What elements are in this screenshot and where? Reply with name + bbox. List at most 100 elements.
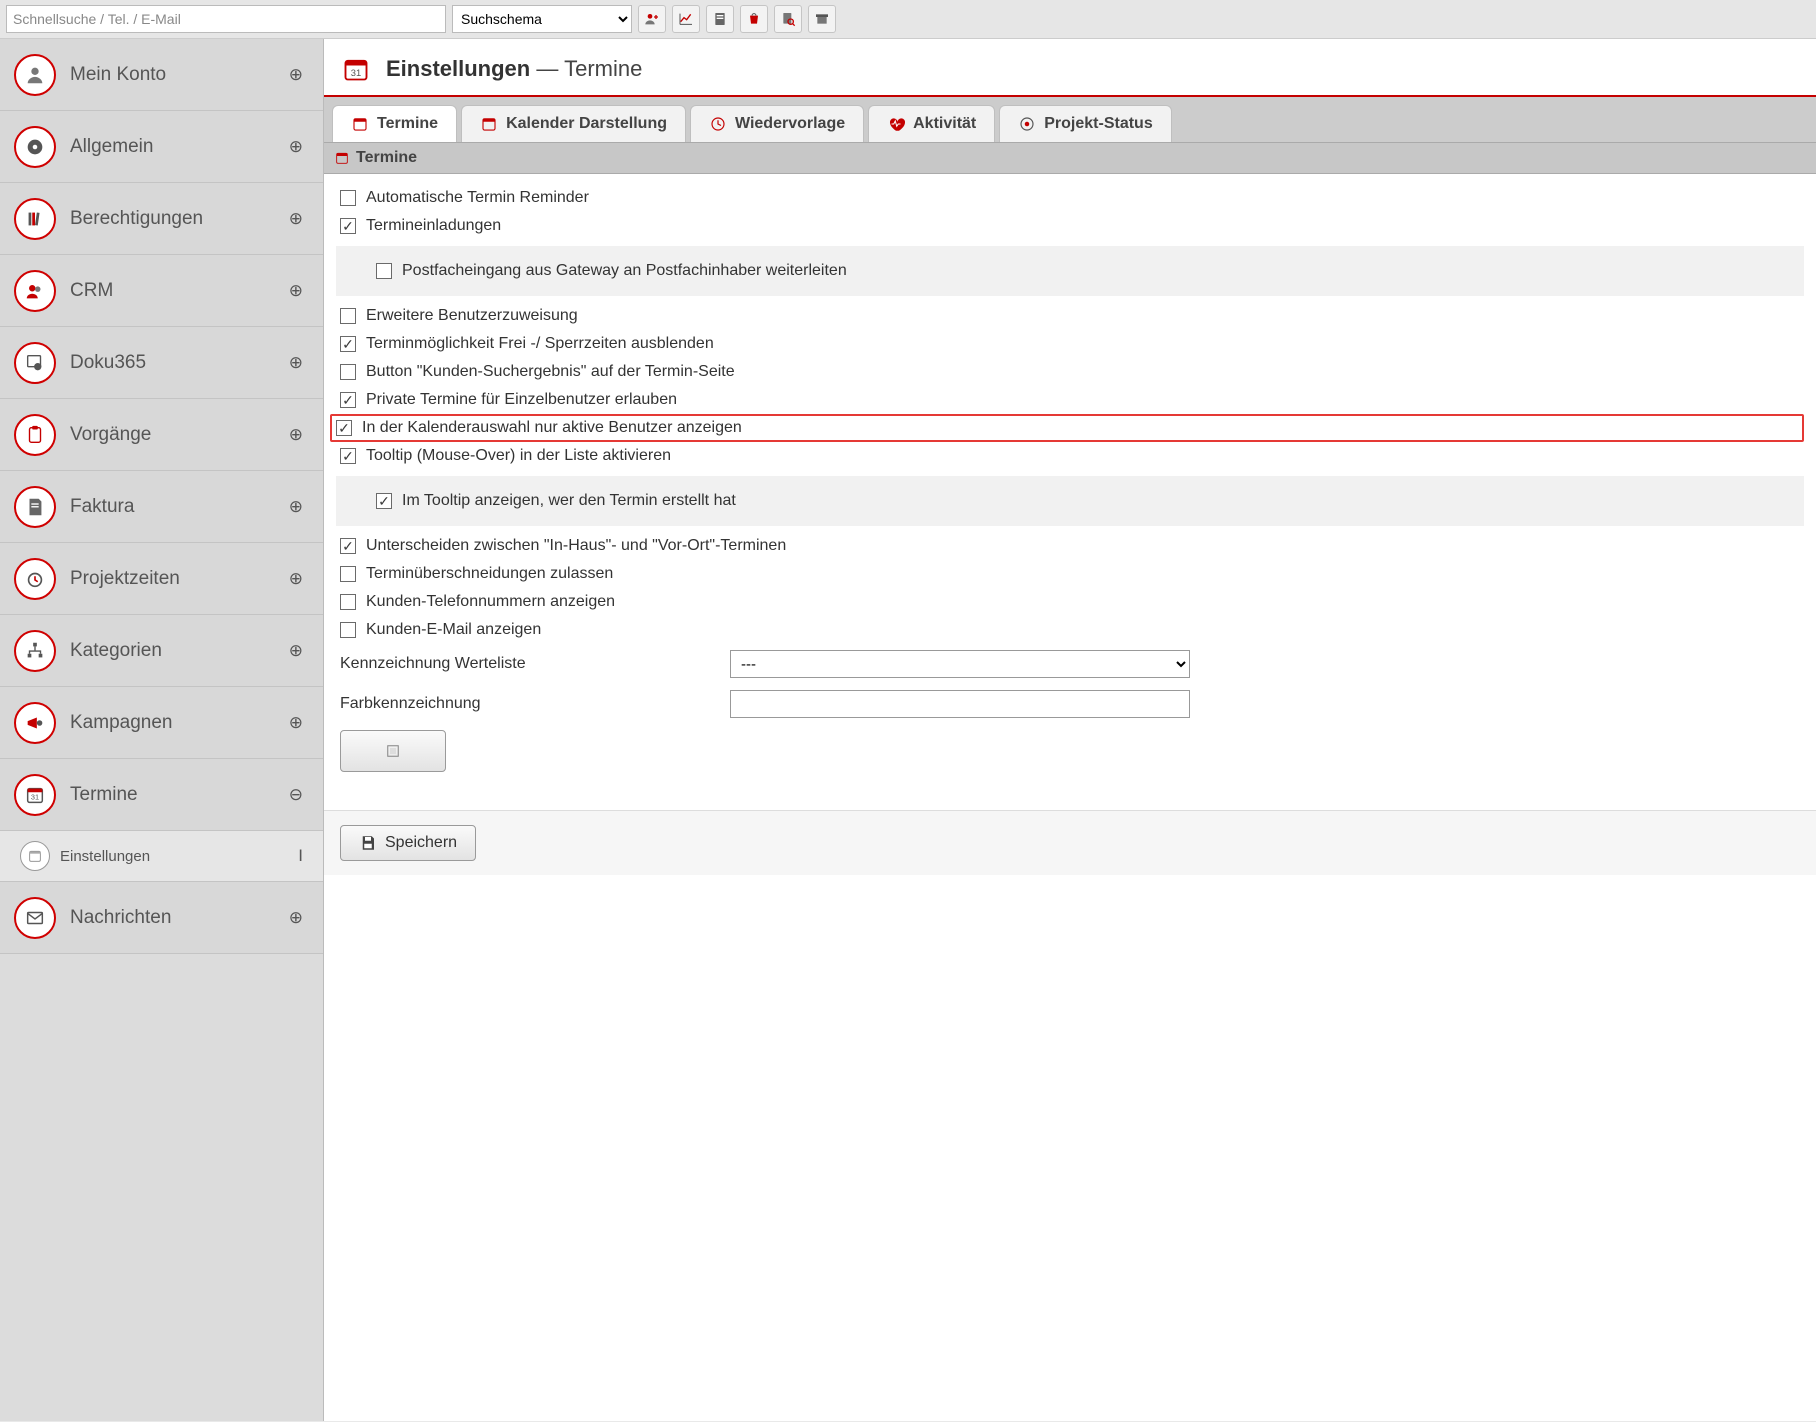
- tab-aktivitaet[interactable]: Aktivität: [868, 105, 995, 142]
- expand-icon: ⊕: [289, 209, 303, 229]
- timer-icon: [14, 558, 56, 600]
- value-list-select[interactable]: ---: [730, 650, 1190, 678]
- document-icon[interactable]: [706, 5, 734, 33]
- checkbox[interactable]: [340, 218, 356, 234]
- opt-only-active-users: In der Kalenderauswahl nur aktive Benutz…: [330, 414, 1804, 442]
- expand-icon: ⊕: [289, 281, 303, 301]
- option-label: Unterscheiden zwischen "In-Haus"- und "V…: [366, 537, 786, 555]
- kv-kennzeichnung-werteliste: Kennzeichnung Werteliste ---: [336, 644, 1804, 684]
- sidebar-item-nachrichten[interactable]: Nachrichten ⊕: [0, 882, 323, 954]
- option-label: Im Tooltip anzeigen, wer den Termin erst…: [402, 492, 736, 510]
- checkbox[interactable]: [340, 392, 356, 408]
- sidebar-item-doku365[interactable]: Doku365 ⊕: [0, 327, 323, 399]
- save-button[interactable]: Speichern: [340, 825, 476, 861]
- sidebar-item-faktura[interactable]: Faktura ⊕: [0, 471, 323, 543]
- sidebar-item-kategorien[interactable]: Kategorien ⊕: [0, 615, 323, 687]
- checkbox[interactable]: [376, 263, 392, 279]
- color-picker-button[interactable]: [340, 730, 446, 772]
- tab-termine[interactable]: Termine: [332, 105, 457, 142]
- page-title: Einstellungen — Termine: [386, 56, 642, 82]
- sidebar-item-crm[interactable]: CRM ⊕: [0, 255, 323, 327]
- tab-label: Kalender Darstellung: [506, 115, 667, 133]
- checkbox[interactable]: [340, 308, 356, 324]
- sidebar-item-label: Vorgänge: [70, 424, 151, 446]
- sidebar-item-label: Mein Konto: [70, 64, 166, 86]
- opt-cust-phone: Kunden-Telefonnummern anzeigen: [336, 588, 1804, 616]
- tab-label: Aktivität: [913, 115, 976, 133]
- checkbox[interactable]: [336, 420, 352, 436]
- checkbox[interactable]: [340, 622, 356, 638]
- sidebar-item-label: Kampagnen: [70, 712, 172, 734]
- sidebar-item-label: Doku365: [70, 352, 146, 374]
- opt-allow-overlap: Terminüberschneidungen zulassen: [336, 560, 1804, 588]
- option-label: Postfacheingang aus Gateway an Postfachi…: [402, 262, 847, 280]
- sidebar-item-permissions[interactable]: Berechtigungen ⊕: [0, 183, 323, 255]
- tree-icon: [14, 630, 56, 672]
- expand-icon: ⊕: [289, 569, 303, 589]
- active-indicator: I: [298, 846, 303, 866]
- sidebar-item-kampagnen[interactable]: Kampagnen ⊕: [0, 687, 323, 759]
- option-label: Terminüberschneidungen zulassen: [366, 565, 613, 583]
- opt-private-single: Private Termine für Einzelbenutzer erlau…: [336, 386, 1804, 414]
- sidebar-item-projektzeiten[interactable]: Projektzeiten ⊕: [0, 543, 323, 615]
- sidebar-item-label: Berechtigungen: [70, 208, 203, 230]
- sidebar-item-termine[interactable]: 31 Termine ⊖: [0, 759, 323, 831]
- button-label: Speichern: [385, 834, 457, 852]
- checkbox[interactable]: [340, 538, 356, 554]
- archive-icon[interactable]: [808, 5, 836, 33]
- chart-line-icon[interactable]: [672, 5, 700, 33]
- tab-wiedervorlage[interactable]: Wiedervorlage: [690, 105, 864, 142]
- tab-label: Projekt-Status: [1044, 115, 1152, 133]
- checkbox[interactable]: [340, 336, 356, 352]
- topbar: Suchschema: [0, 0, 1816, 39]
- color-input[interactable]: [730, 690, 1190, 718]
- sidebar-item-label: Kategorien: [70, 640, 162, 662]
- opt-gateway-forward: Postfacheingang aus Gateway an Postfachi…: [336, 246, 1804, 296]
- checkbox[interactable]: [340, 190, 356, 206]
- option-label: Button "Kunden-Suchergebnis" auf der Ter…: [366, 363, 735, 381]
- opt-cust-email: Kunden-E-Mail anzeigen: [336, 616, 1804, 644]
- doc-zoom-icon[interactable]: [774, 5, 802, 33]
- expand-icon: ⊕: [289, 65, 303, 85]
- tab-label: Wiedervorlage: [735, 115, 845, 133]
- quicksearch-input[interactable]: [6, 5, 446, 33]
- sidebar-item-vorgaenge[interactable]: Vorgänge ⊕: [0, 399, 323, 471]
- option-label: Termineinladungen: [366, 217, 501, 235]
- tab-kalender-darstellung[interactable]: Kalender Darstellung: [461, 105, 686, 142]
- invoice-icon: [14, 486, 56, 528]
- checkbox[interactable]: [340, 448, 356, 464]
- expand-icon: ⊕: [289, 137, 303, 157]
- main-content: 31 Einstellungen — Termine Termine Kalen…: [324, 39, 1816, 1421]
- expand-icon: ⊕: [289, 353, 303, 373]
- megaphone-icon: [14, 702, 56, 744]
- checkbox[interactable]: [376, 493, 392, 509]
- opt-tooltip-list: Tooltip (Mouse-Over) in der Liste aktivi…: [336, 442, 1804, 470]
- svg-text:31: 31: [31, 792, 39, 801]
- sidebar-item-account[interactable]: Mein Konto ⊕: [0, 39, 323, 111]
- opt-auto-reminder: Automatische Termin Reminder: [336, 184, 1804, 212]
- tabs: Termine Kalender Darstellung Wiedervorla…: [324, 97, 1816, 142]
- opt-distinguish-inhouse: Unterscheiden zwischen "In-Haus"- und "V…: [336, 532, 1804, 560]
- sidebar-item-general[interactable]: Allgemein ⊕: [0, 111, 323, 183]
- person-add-icon[interactable]: [638, 5, 666, 33]
- tab-projekt-status[interactable]: Projekt-Status: [999, 105, 1171, 142]
- people-icon: [14, 270, 56, 312]
- expand-icon: ⊕: [289, 425, 303, 445]
- checkbox[interactable]: [340, 364, 356, 380]
- account-icon: [14, 54, 56, 96]
- settings-form: Automatische Termin Reminder Termineinla…: [324, 174, 1816, 782]
- page-header: 31 Einstellungen — Termine: [324, 39, 1816, 95]
- books-icon: [14, 198, 56, 240]
- opt-hide-free-block: Terminmöglichkeit Frei -/ Sperrzeiten au…: [336, 330, 1804, 358]
- opt-tooltip-creator: Im Tooltip anzeigen, wer den Termin erst…: [336, 476, 1804, 526]
- sidebar-item-label: Projektzeiten: [70, 568, 180, 590]
- option-label: Tooltip (Mouse-Over) in der Liste aktivi…: [366, 447, 671, 465]
- tab-label: Termine: [377, 115, 438, 133]
- sidebar-subitem-einstellungen[interactable]: Einstellungen I: [0, 831, 323, 882]
- option-label: Private Termine für Einzelbenutzer erlau…: [366, 391, 677, 409]
- checkbox[interactable]: [340, 566, 356, 582]
- shopping-icon[interactable]: [740, 5, 768, 33]
- search-schema-select[interactable]: Suchschema: [452, 5, 632, 33]
- option-label: Automatische Termin Reminder: [366, 189, 589, 207]
- checkbox[interactable]: [340, 594, 356, 610]
